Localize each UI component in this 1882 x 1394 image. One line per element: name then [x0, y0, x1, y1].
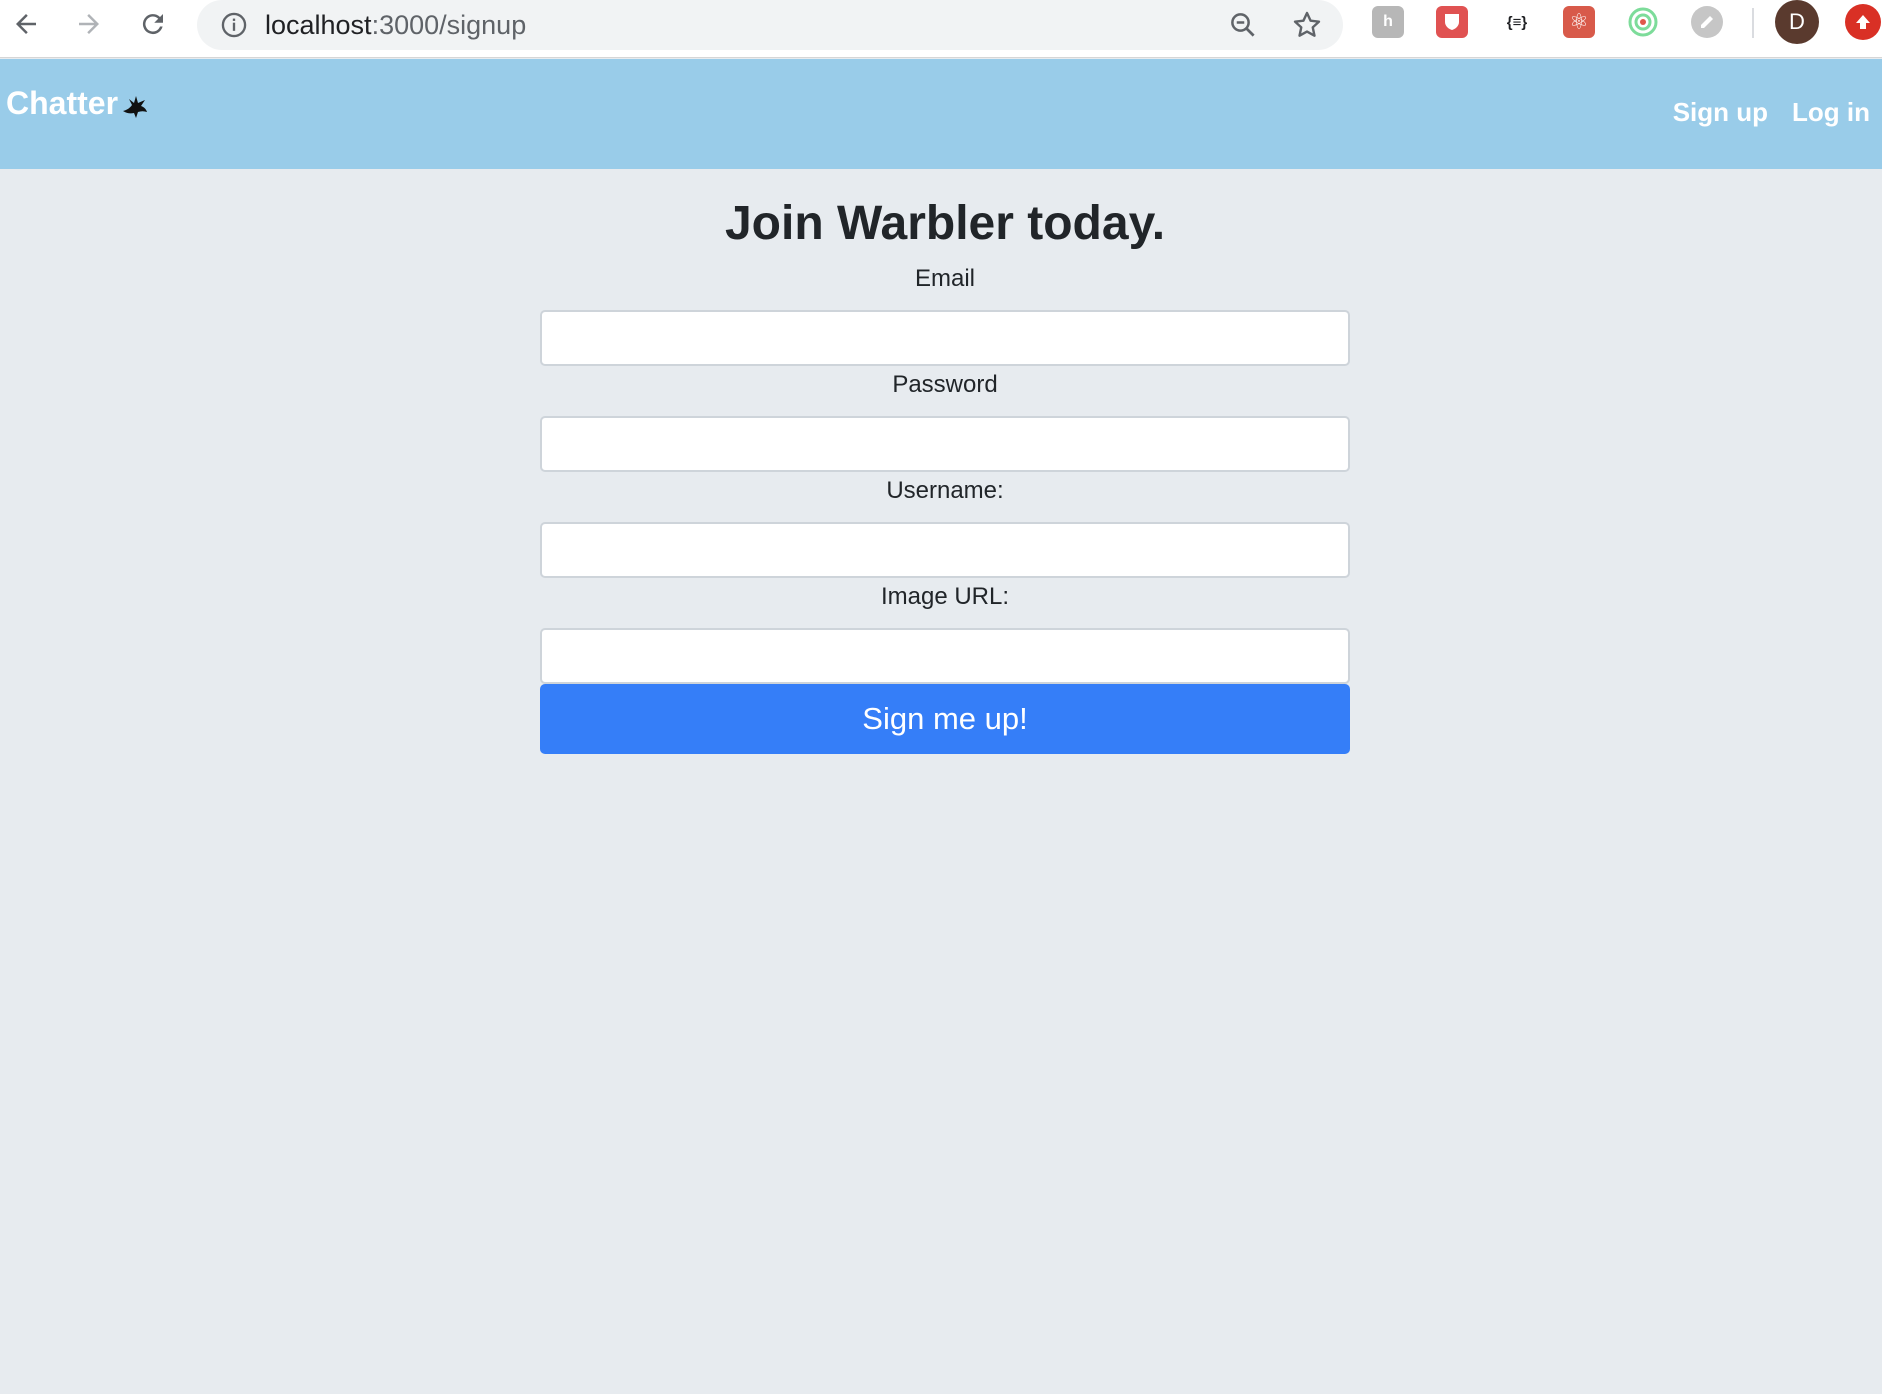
signup-link[interactable]: Sign up	[1673, 97, 1768, 128]
forward-arrow-icon	[79, 14, 99, 34]
back-arrow-icon	[16, 14, 36, 34]
brand-link[interactable]: Chatter	[6, 85, 150, 122]
url-path: :3000/signup	[371, 10, 527, 40]
bookmark-star-icon[interactable]	[1288, 6, 1326, 44]
target-icon	[1628, 7, 1658, 37]
username-field[interactable]	[540, 522, 1350, 578]
image-url-label: Image URL:	[880, 583, 1010, 610]
json-formatter-glyph: {≡}	[1506, 13, 1528, 31]
link-icon	[1701, 16, 1713, 28]
hypothesis-glyph: h	[1383, 13, 1393, 30]
app-navbar: Chatter Sign up Log in	[0, 59, 1882, 169]
shield-extension-icon[interactable]	[1436, 6, 1468, 38]
login-link[interactable]: Log in	[1792, 97, 1870, 128]
target-extension-icon[interactable]	[1627, 6, 1659, 38]
reload-icon	[142, 14, 163, 35]
back-button[interactable]	[6, 4, 46, 44]
signup-submit-button[interactable]: Sign me up!	[540, 684, 1350, 754]
address-bar[interactable]: localhost:3000/signup	[197, 0, 1343, 50]
image-url-field[interactable]	[540, 628, 1350, 684]
url-text[interactable]: localhost:3000/signup	[265, 8, 526, 42]
profile-avatar[interactable]: D	[1775, 0, 1819, 44]
page-title: Join Warbler today.	[724, 197, 1166, 250]
zoom-icon[interactable]	[1224, 6, 1262, 44]
toolbar-divider	[1752, 8, 1754, 38]
react-devtools-extension-icon[interactable]: ⚛	[1563, 6, 1595, 38]
email-label: Email	[914, 265, 975, 292]
link-extension-icon[interactable]	[1691, 6, 1723, 38]
url-host: localhost	[265, 10, 372, 40]
shield-icon	[1445, 14, 1459, 30]
json-formatter-extension-icon[interactable]: {≡}	[1499, 6, 1535, 38]
username-label: Username:	[886, 477, 1004, 504]
hypothesis-extension-icon[interactable]: h	[1372, 6, 1404, 38]
update-icon[interactable]	[1845, 4, 1881, 40]
react-glyph: ⚛	[1569, 9, 1589, 34]
brand-name: Chatter	[6, 85, 119, 121]
reload-button[interactable]	[133, 4, 173, 44]
password-field[interactable]	[540, 416, 1350, 472]
profile-initial: D	[1789, 9, 1805, 34]
forward-button[interactable]	[69, 4, 109, 44]
password-label: Password	[892, 371, 998, 398]
email-field[interactable]	[540, 310, 1350, 366]
nav-links: Sign up Log in	[1673, 97, 1870, 128]
bird-logo-icon	[123, 95, 148, 118]
browser-toolbar: localhost:3000/signup h {≡} ⚛ D	[0, 0, 1882, 58]
info-icon[interactable]	[219, 10, 249, 40]
signup-form: Join Warbler today. Email Password Usern…	[540, 196, 1350, 754]
